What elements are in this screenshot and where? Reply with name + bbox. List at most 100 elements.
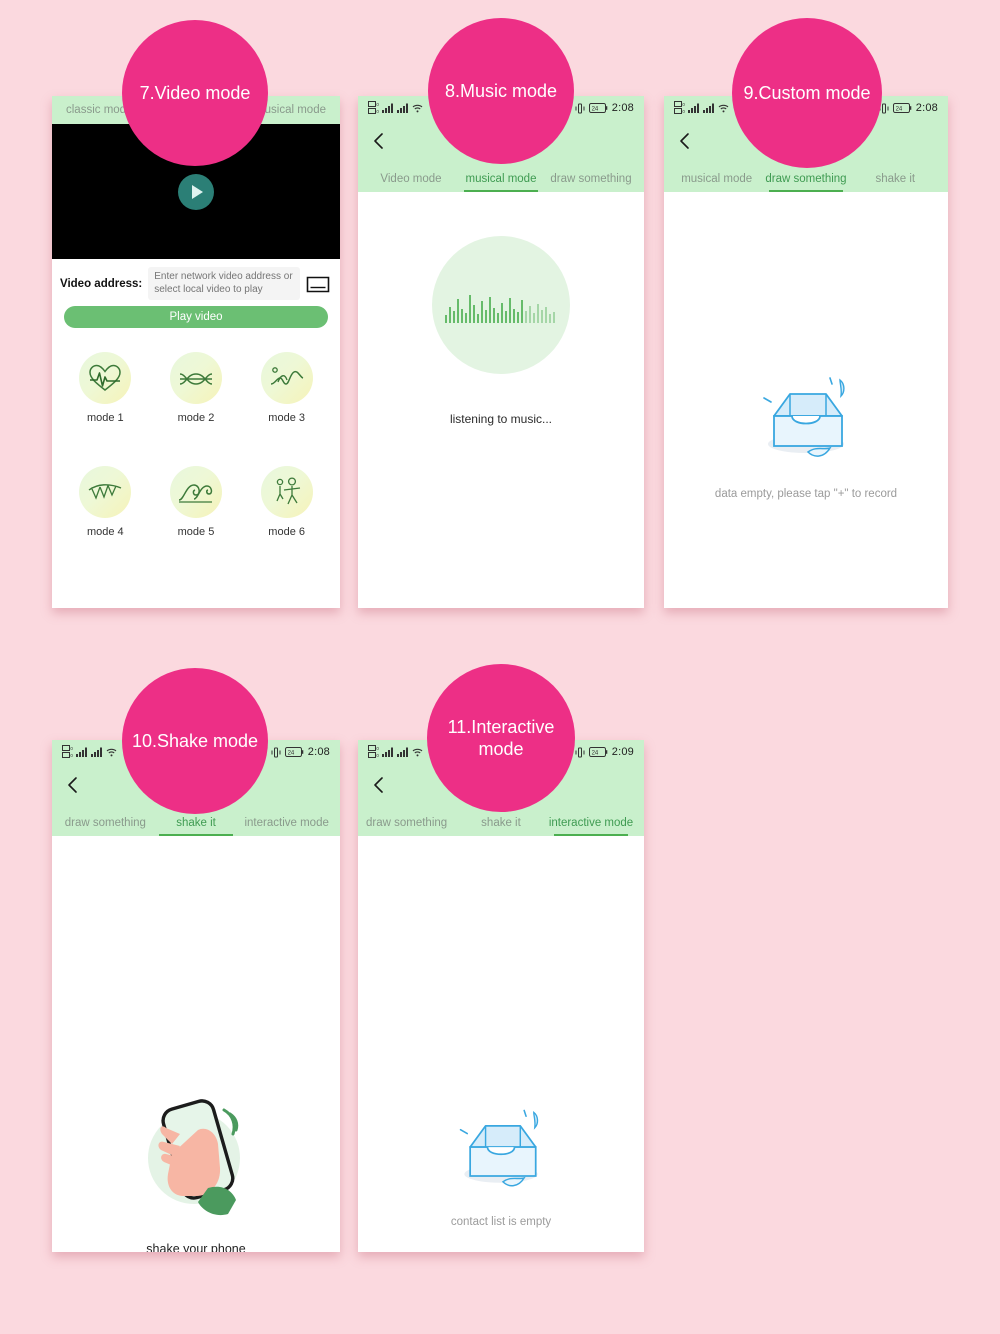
status-right-icons: 24 2:09	[575, 746, 634, 758]
folder-icon[interactable]	[306, 274, 330, 293]
svg-text:0: 0	[376, 753, 379, 758]
svg-text:24: 24	[591, 750, 598, 756]
play-video-button[interactable]: Play video	[64, 306, 328, 328]
mode-label-6: mode 6	[268, 526, 305, 538]
tab-interactive-mode[interactable]: interactive mode	[241, 817, 332, 836]
svg-text:0: 0	[70, 753, 73, 758]
signal-bars-1-icon	[688, 103, 699, 113]
badge-video: 7.Video mode	[122, 20, 268, 166]
svg-text:0: 0	[682, 102, 685, 107]
phone-panel-shake: 0 0 24 2:08 draw something shake it inte…	[52, 740, 340, 1252]
phone-panel-interactive: 0 0 24 2:09 draw something shake it inte…	[358, 740, 644, 1252]
phone-panel-video: classic mode musical mode Video address:…	[52, 96, 340, 608]
signal-bars-2-icon	[91, 747, 102, 757]
svg-text:0: 0	[70, 746, 73, 751]
video-address-label: Video address:	[60, 277, 143, 290]
vibrate-icon	[575, 747, 585, 757]
svg-text:24: 24	[895, 106, 902, 112]
tab-draw-something[interactable]: draw something	[60, 817, 151, 836]
wifi-icon	[718, 104, 729, 113]
status-right-icons: 24 2:08	[879, 102, 938, 114]
mode-label-5: mode 5	[177, 526, 215, 538]
svg-text:0: 0	[376, 109, 379, 114]
wifi-icon	[412, 104, 423, 113]
battery-icon: 24	[284, 747, 304, 757]
tab-video-mode[interactable]: Video mode	[366, 173, 456, 192]
tab-draw-something[interactable]: draw something	[761, 173, 850, 192]
bunting-flags-icon	[79, 466, 132, 518]
empty-inbox-icon	[763, 377, 845, 457]
video-address-row: Video address:	[52, 259, 340, 306]
status-left-icons: 0 0	[368, 745, 423, 759]
mode-label-1: mode 1	[86, 412, 124, 424]
shake-caption: shake your phone	[146, 1242, 246, 1252]
custom-empty-caption: data empty, please tap "+" to record	[714, 488, 898, 500]
back-chevron-icon[interactable]	[370, 132, 388, 150]
svg-text:0: 0	[376, 102, 379, 107]
hand-holding-phone-icon	[148, 1099, 240, 1216]
music-wave-icon	[260, 352, 313, 404]
dancing-people-icon	[260, 466, 313, 518]
shake-screen: 0 0 24 2:08 draw something shake it inte…	[52, 740, 340, 1252]
signal-bars-2-icon	[397, 103, 408, 113]
status-left-icons: 0 0	[62, 745, 117, 759]
mode-label-3: mode 3	[268, 412, 305, 424]
mode-item-6[interactable]: mode 6	[241, 466, 332, 538]
phone-panel-custom: 0 0 24 2:08 musical mode draw something …	[664, 96, 948, 608]
wave-knot-icon	[169, 352, 222, 404]
mode-item-5[interactable]: mode 5	[151, 466, 242, 538]
status-time: 2:08	[915, 102, 938, 114]
mode-item-4[interactable]: mode 4	[60, 466, 151, 538]
interactive-screen: 0 0 24 2:09 draw something shake it inte…	[358, 740, 644, 1252]
status-left-icons: 0 0	[674, 101, 729, 115]
tab-shake-it[interactable]: shake it	[151, 817, 242, 836]
mode-label-4: mode 4	[86, 526, 124, 538]
tab-draw-something[interactable]: draw something	[546, 173, 636, 192]
custom-screen: 0 0 24 2:08 musical mode draw something …	[664, 96, 948, 608]
tab-shake-it[interactable]: shake it	[851, 173, 940, 192]
tab-musical-mode[interactable]: musical mode	[456, 173, 546, 192]
wifi-icon	[106, 748, 117, 757]
dual-sim-icon: 0 0	[368, 745, 379, 758]
status-time: 2:08	[307, 746, 330, 758]
shake-body: shake your phone	[52, 836, 340, 1252]
mode-item-2[interactable]: mode 2	[151, 352, 242, 424]
tab-strip-music: Video mode musical mode draw something	[358, 162, 644, 192]
signal-bars-1-icon	[382, 747, 393, 757]
signal-bars-1-icon	[76, 747, 87, 757]
status-right-icons: 24 2:08	[575, 102, 634, 114]
interactive-empty-caption: contact list is empty	[450, 1216, 552, 1228]
badge-interactive: 11.Interactive mode	[427, 664, 575, 812]
audio-bars-icon	[432, 236, 570, 374]
tab-musical-mode[interactable]: musical mode	[672, 173, 761, 192]
vibrate-icon	[575, 103, 585, 113]
tab-interactive-mode[interactable]: interactive mode	[546, 817, 636, 836]
ocean-wave-icon	[169, 466, 222, 518]
play-triangle	[192, 184, 203, 199]
dual-sim-icon: 0 0	[368, 101, 379, 114]
status-right-icons: 24 2:08	[271, 746, 330, 758]
status-time: 2:09	[611, 746, 634, 758]
status-left-icons: 0 0	[368, 101, 423, 115]
signal-bars-1-icon	[382, 103, 393, 113]
signal-bars-2-icon	[703, 103, 714, 113]
custom-empty-state: data empty, please tap "+" to record	[664, 192, 948, 500]
tab-draw-something[interactable]: draw something	[366, 817, 456, 836]
mode-item-3[interactable]: mode 3	[241, 352, 332, 424]
back-chevron-icon[interactable]	[64, 776, 82, 794]
tab-shake-it[interactable]: shake it	[456, 817, 546, 836]
status-time: 2:08	[611, 102, 634, 114]
badge-custom: 9.Custom mode	[732, 18, 882, 168]
music-screen: 0 0 24 2:08 Video mode musical mode draw…	[358, 96, 644, 608]
music-body: listening to music...	[358, 192, 644, 426]
mode-label-2: mode 2	[177, 412, 215, 424]
mode-grid: mode 1 mode 2 mode 3 mode 4 mode 5 mode …	[52, 338, 340, 538]
video-address-input[interactable]	[148, 267, 300, 300]
play-icon[interactable]	[178, 173, 214, 210]
back-chevron-icon[interactable]	[370, 776, 388, 794]
interactive-empty-state: contact list is empty	[358, 836, 644, 1228]
heartbeat-icon	[79, 352, 132, 404]
back-chevron-icon[interactable]	[676, 132, 694, 150]
vibrate-icon	[271, 747, 281, 757]
mode-item-1[interactable]: mode 1	[60, 352, 151, 424]
